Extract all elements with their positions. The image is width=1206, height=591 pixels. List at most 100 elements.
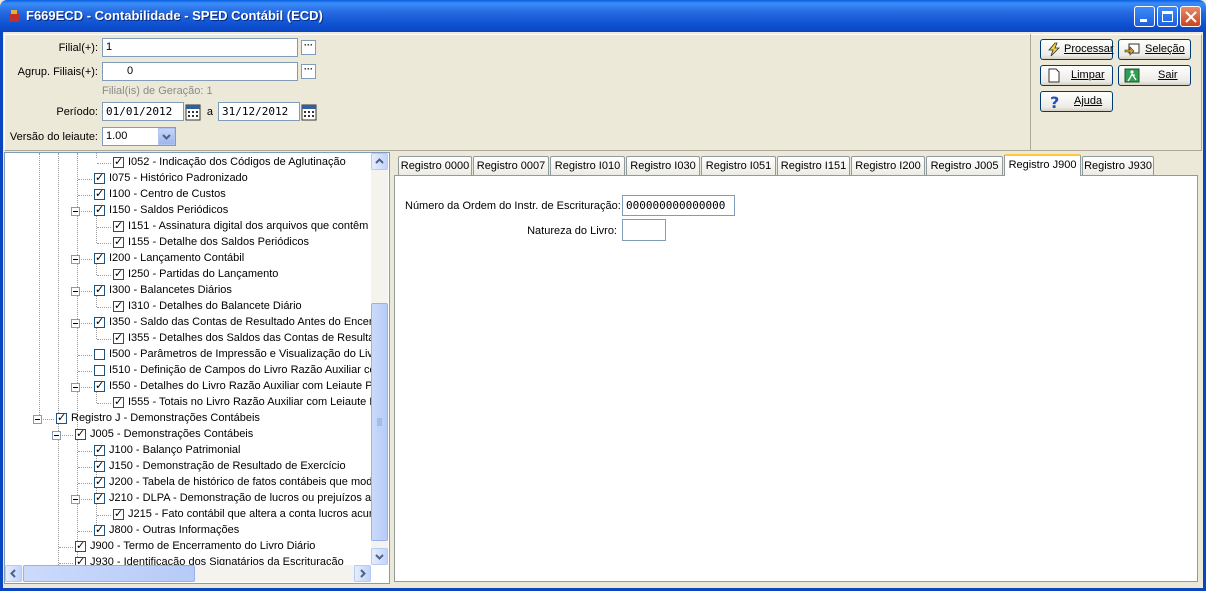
- filial-input[interactable]: 1: [102, 38, 298, 57]
- calendar-icon[interactable]: [185, 103, 201, 121]
- tree-item[interactable]: I350 - Saldo das Contas de Resultado Ant…: [5, 315, 371, 331]
- tree-item-checkbox[interactable]: [56, 411, 67, 424]
- tree-item-checkbox[interactable]: [94, 283, 105, 296]
- close-button[interactable]: [1180, 6, 1201, 27]
- agrup-lookup-button[interactable]: ···: [301, 64, 316, 79]
- tree-collapse-icon[interactable]: [71, 255, 80, 264]
- tab-registro-i030[interactable]: Registro I030: [626, 156, 700, 175]
- calendar-icon[interactable]: [301, 103, 317, 121]
- scroll-up-button[interactable]: [371, 153, 388, 170]
- tree-item[interactable]: J005 - Demonstrações Contábeis: [5, 427, 371, 443]
- tree-collapse-icon[interactable]: [33, 415, 42, 424]
- tree-item-checkbox[interactable]: [94, 491, 105, 504]
- tree-item-checkbox[interactable]: [94, 475, 105, 488]
- tab-registro-j930[interactable]: Registro J930: [1082, 156, 1154, 175]
- tree-item[interactable]: J150 - Demonstração de Resultado de Exer…: [5, 459, 371, 475]
- tree-item[interactable]: Registro J - Demonstrações Contábeis: [5, 411, 371, 427]
- tab-registro-i151[interactable]: Registro I151: [777, 156, 850, 175]
- tab-registro-0007[interactable]: Registro 0007: [473, 156, 549, 175]
- limpar-button[interactable]: Limpar: [1040, 65, 1113, 86]
- tree-item[interactable]: I550 - Detalhes do Livro Razão Auxiliar …: [5, 379, 371, 395]
- periodo-inicio-input[interactable]: 01/01/2012: [102, 102, 184, 121]
- tree-item-checkbox[interactable]: [94, 349, 105, 360]
- tree-collapse-icon[interactable]: [71, 287, 80, 296]
- tab-registro-j900[interactable]: Registro J900: [1004, 154, 1081, 176]
- filial-lookup-button[interactable]: ···: [301, 40, 316, 55]
- tree-item-checkbox[interactable]: [94, 315, 105, 328]
- maximize-button[interactable]: [1157, 6, 1178, 27]
- scroll-down-button[interactable]: [371, 548, 388, 565]
- tree-item[interactable]: I200 - Lançamento Contábil: [5, 251, 371, 267]
- tree-item-label: J100 - Balanço Patrimonial: [109, 444, 241, 456]
- tree-item[interactable]: I310 - Detalhes do Balancete Diário: [5, 299, 371, 315]
- scroll-thumb[interactable]: [371, 303, 388, 541]
- tab-registro-i200[interactable]: Registro I200: [851, 156, 925, 175]
- tree-collapse-icon[interactable]: [52, 431, 61, 440]
- tree-item-checkbox[interactable]: [94, 523, 105, 536]
- tree-item[interactable]: I100 - Centro de Custos: [5, 187, 371, 203]
- records-tree[interactable]: I052 - Indicação dos Códigos de Aglutina…: [4, 152, 390, 584]
- tree-item[interactable]: I355 - Detalhes dos Saldos das Contas de…: [5, 331, 371, 347]
- tree-item[interactable]: I155 - Detalhe dos Saldos Periódicos: [5, 235, 371, 251]
- tree-item-checkbox[interactable]: [113, 235, 124, 248]
- hscroll-thumb[interactable]: [23, 565, 195, 582]
- tree-item-checkbox[interactable]: [113, 267, 124, 280]
- selecao-button[interactable]: Seleção: [1118, 39, 1191, 60]
- tree-item[interactable]: I500 - Parâmetros de Impressão e Visuali…: [5, 347, 371, 363]
- tree-item-checkbox[interactable]: [94, 379, 105, 392]
- tab-registro-j005[interactable]: Registro J005: [926, 156, 1003, 175]
- versao-dropdown-button[interactable]: [158, 128, 175, 145]
- tree-item-checkbox[interactable]: [113, 507, 124, 520]
- tree-item-checkbox[interactable]: [113, 299, 124, 312]
- chevron-left-icon: [10, 569, 16, 578]
- tree-item[interactable]: J930 - Identificação dos Signatários da …: [5, 555, 371, 565]
- tree-item[interactable]: I300 - Balancetes Diários: [5, 283, 371, 299]
- tree-item[interactable]: J200 - Tabela de histórico de fatos cont…: [5, 475, 371, 491]
- tree-item[interactable]: J100 - Balanço Patrimonial: [5, 443, 371, 459]
- agrup-input[interactable]: 0: [102, 62, 298, 81]
- tree-horizontal-scrollbar[interactable]: [5, 565, 371, 582]
- tree-item[interactable]: I052 - Indicação dos Códigos de Aglutina…: [5, 155, 371, 171]
- tree-item-checkbox[interactable]: [113, 331, 124, 344]
- sair-button[interactable]: Sair: [1118, 65, 1191, 86]
- tree-item-checkbox[interactable]: [94, 365, 105, 376]
- tree-item-checkbox[interactable]: [94, 203, 105, 216]
- tree-item[interactable]: I151 - Assinatura digital dos arquivos q…: [5, 219, 371, 235]
- tree-item-checkbox[interactable]: [94, 443, 105, 456]
- tree-item-checkbox[interactable]: [94, 251, 105, 264]
- periodo-fim-input[interactable]: 31/12/2012: [218, 102, 300, 121]
- scroll-left-button[interactable]: [5, 565, 22, 582]
- tree-item-checkbox[interactable]: [75, 539, 86, 552]
- minimize-button[interactable]: [1134, 6, 1155, 27]
- tree-item[interactable]: J800 - Outras Informações: [5, 523, 371, 539]
- tree-item-checkbox[interactable]: [94, 171, 105, 184]
- tree-item[interactable]: J900 - Termo de Encerramento do Livro Di…: [5, 539, 371, 555]
- tree-collapse-icon[interactable]: [71, 207, 80, 216]
- processar-button[interactable]: Processar: [1040, 39, 1114, 60]
- tree-item-checkbox[interactable]: [75, 427, 86, 440]
- tree-collapse-icon[interactable]: [71, 319, 80, 328]
- tree-item[interactable]: I150 - Saldos Periódicos: [5, 203, 371, 219]
- scroll-right-button[interactable]: [354, 565, 371, 582]
- tree-item-checkbox[interactable]: [113, 219, 124, 232]
- ajuda-button[interactable]: ? Ajuda: [1040, 91, 1113, 112]
- tree-collapse-icon[interactable]: [71, 495, 80, 504]
- natureza-livro-input[interactable]: [622, 219, 666, 241]
- tree-item[interactable]: I075 - Histórico Padronizado: [5, 171, 371, 187]
- tree-item-checkbox[interactable]: [75, 555, 86, 565]
- tree-item-checkbox[interactable]: [113, 395, 124, 408]
- tab-registro-i051[interactable]: Registro I051: [701, 156, 776, 175]
- numero-ordem-input[interactable]: 000000000000000: [622, 195, 735, 216]
- tree-item-checkbox[interactable]: [113, 155, 124, 168]
- tree-item[interactable]: I250 - Partidas do Lançamento: [5, 267, 371, 283]
- tree-item[interactable]: J210 - DLPA - Demonstração de lucros ou …: [5, 491, 371, 507]
- tab-registro-0000[interactable]: Registro 0000: [398, 156, 472, 175]
- tree-collapse-icon[interactable]: [71, 383, 80, 392]
- tree-item[interactable]: I510 - Definição de Campos do Livro Razã…: [5, 363, 371, 379]
- tab-registro-i010[interactable]: Registro I010: [550, 156, 625, 175]
- tree-vertical-scrollbar[interactable]: [371, 153, 388, 565]
- tree-item-checkbox[interactable]: [94, 459, 105, 472]
- tree-item[interactable]: I555 - Totais no Livro Razão Auxiliar co…: [5, 395, 371, 411]
- tree-item-checkbox[interactable]: [94, 187, 105, 200]
- tree-item[interactable]: J215 - Fato contábil que altera a conta …: [5, 507, 371, 523]
